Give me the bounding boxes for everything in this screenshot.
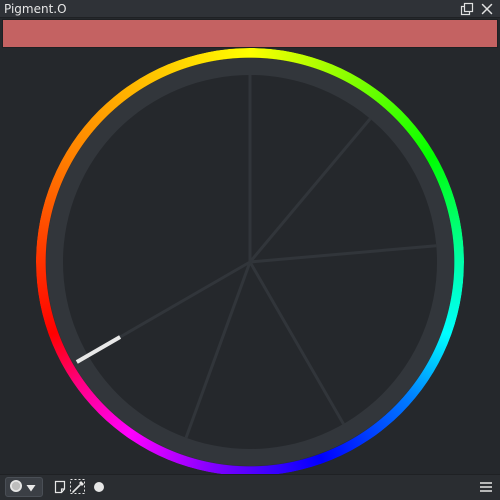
note-icon[interactable] <box>51 478 69 496</box>
bottom-toolbar <box>0 474 500 500</box>
pigment-window: Pigment.O <box>0 0 500 500</box>
color-wheel[interactable] <box>0 0 500 500</box>
triangle-down-icon <box>26 478 36 497</box>
wheel-mode-dropdown[interactable] <box>5 477 43 497</box>
eyedropper-icon[interactable] <box>69 478 87 496</box>
hamburger-menu-icon[interactable] <box>477 478 495 496</box>
dot-icon[interactable] <box>90 478 108 496</box>
circle-mode-icon <box>9 478 23 497</box>
